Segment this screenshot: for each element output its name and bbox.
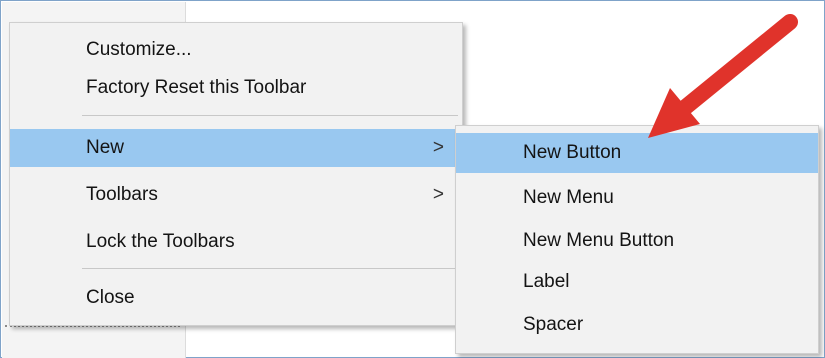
submenu-item-label-text: Label — [523, 271, 570, 292]
submenu-item-spacer[interactable]: Spacer — [456, 305, 818, 345]
chevron-right-icon: > — [432, 137, 444, 158]
menu-separator — [82, 115, 458, 116]
menu-item-label: Customize... — [86, 39, 192, 60]
menu-item-label: Factory Reset this Toolbar — [86, 77, 307, 98]
menu-item-customize[interactable]: Customize... — [10, 31, 462, 69]
submenu-item-new-menu-button[interactable]: New Menu Button — [456, 221, 818, 261]
menu-item-label: Close — [86, 287, 135, 308]
menu-item-label: Toolbars — [86, 184, 158, 205]
submenu-item-label: New Button — [523, 142, 622, 163]
menu-item-close[interactable]: Close — [10, 279, 462, 317]
submenu-item-new-menu[interactable]: New Menu — [456, 178, 818, 218]
submenu-item-label: New Menu — [523, 187, 614, 208]
red-arrow-icon — [648, 14, 798, 138]
submenu-item-label: New Menu Button — [523, 230, 675, 251]
menu-separator — [82, 268, 458, 269]
chevron-right-icon: > — [432, 184, 444, 205]
submenu-item-label[interactable]: Label — [456, 262, 818, 302]
menu-item-lock-toolbars[interactable]: Lock the Toolbars — [10, 223, 462, 261]
menu-item-label: New — [86, 137, 125, 158]
menu-item-factory-reset[interactable]: Factory Reset this Toolbar — [10, 69, 462, 107]
submenu-item-label: Spacer — [523, 314, 584, 335]
arrow-shaft — [674, 14, 798, 118]
menu-item-new[interactable]: New > — [10, 129, 462, 167]
menu-item-label: Lock the Toolbars — [86, 231, 235, 252]
menu-item-toolbars[interactable]: Toolbars > — [10, 176, 462, 214]
toolbar-context-menu: Customize... Factory Reset this Toolbar … — [9, 22, 463, 326]
